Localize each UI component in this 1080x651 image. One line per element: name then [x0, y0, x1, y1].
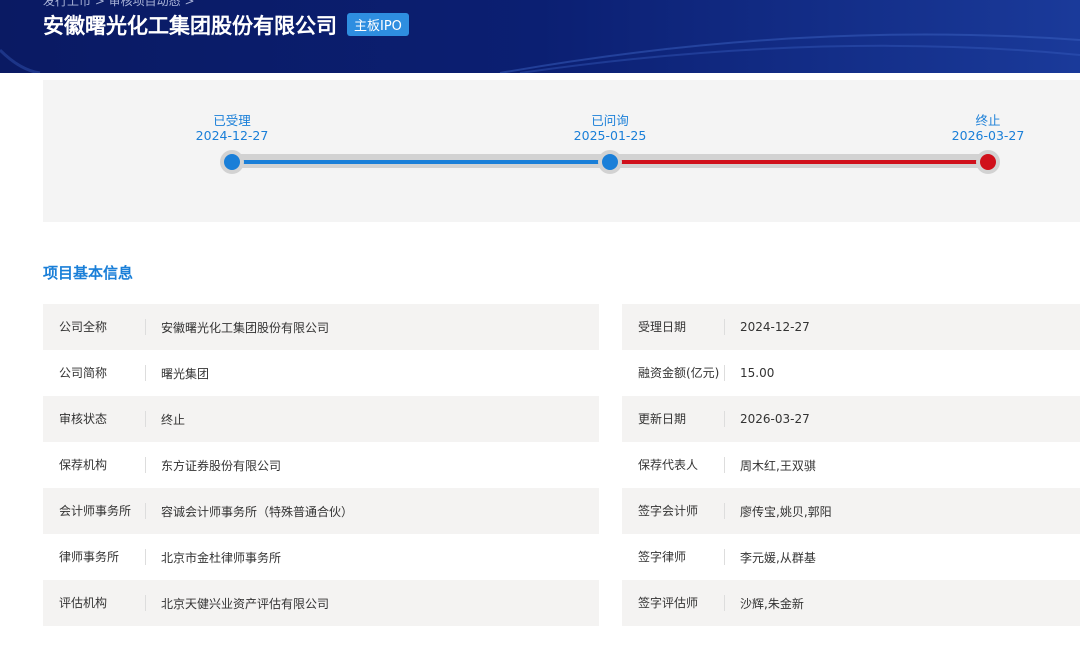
field-label: 公司全称: [43, 319, 146, 335]
info-cell: 评估机构 北京天健兴业资产评估有限公司: [43, 580, 599, 626]
field-value: 东方证券股份有限公司: [161, 458, 282, 473]
table-row: 会计师事务所 容诚会计师事务所（特殊普通合伙） 签字会计师 廖传宝,姚贝,郭阳: [43, 488, 1080, 534]
field-value: 北京市金杜律师事务所: [161, 550, 282, 565]
field-label: 签字律师: [622, 549, 725, 565]
field-label: 公司简称: [43, 365, 146, 381]
section-title: 项目基本信息: [43, 264, 134, 282]
field-label: 保荐机构: [43, 457, 146, 473]
field-label: 评估机构: [43, 595, 146, 611]
company-name: 安徽曙光化工集团股份有限公司: [43, 14, 337, 38]
progress-segment-done: [232, 160, 610, 164]
field-value: 2026-03-27: [740, 412, 810, 426]
step-dot: [220, 150, 244, 174]
field-label: 融资金额(亿元): [622, 365, 725, 381]
table-row: 律师事务所 北京市金杜律师事务所 签字律师 李元媛,从群基: [43, 534, 1080, 580]
info-cell: 签字会计师 廖传宝,姚贝,郭阳: [622, 488, 1080, 534]
info-cell: 公司简称 曙光集团: [43, 350, 599, 396]
info-cell: 律师事务所 北京市金杜律师事务所: [43, 534, 599, 580]
info-table: 公司全称 安徽曙光化工集团股份有限公司 受理日期 2024-12-27 公司简称 曙光集团…: [43, 304, 1080, 626]
info-cell: 更新日期 2026-03-27: [622, 396, 1080, 442]
info-cell: 保荐机构 东方证券股份有限公司: [43, 442, 599, 488]
board-badge: 主板IPO: [347, 13, 409, 36]
field-value: 容诚会计师事务所（特殊普通合伙）: [161, 504, 354, 519]
step-terminated: 终止 2026-03-27: [951, 113, 1025, 143]
info-cell: 保荐代表人 周木红,王双骐: [622, 442, 1080, 488]
field-value: 安徽曙光化工集团股份有限公司: [161, 320, 330, 335]
field-value: 终止: [161, 412, 186, 427]
review-progress: 已受理 2024-12-27 已问询 2025-01-25 终止 2026-03-27: [43, 80, 1080, 222]
field-value: 廖传宝,姚贝,郭阳: [740, 504, 832, 519]
table-row: 审核状态 终止 更新日期 2026-03-27: [43, 396, 1080, 442]
table-row: 公司简称 曙光集团 融资金额(亿元) 15.00: [43, 350, 1080, 396]
table-row: 公司全称 安徽曙光化工集团股份有限公司 受理日期 2024-12-27: [43, 304, 1080, 350]
field-value: 周木红,王双骐: [740, 458, 816, 473]
field-label: 签字评估师: [622, 595, 725, 611]
field-value: 曙光集团: [161, 366, 210, 381]
field-value: 15.00: [740, 366, 775, 380]
field-value: 2024-12-27: [740, 320, 810, 334]
field-label: 更新日期: [622, 411, 725, 427]
info-cell: 公司全称 安徽曙光化工集团股份有限公司: [43, 304, 599, 350]
field-label: 保荐代表人: [622, 457, 725, 473]
step-accepted: 已受理 2024-12-27: [195, 113, 269, 143]
page-header: 发行上市 > 审核项目动态 > 安徽曙光化工集团股份有限公司 主板IPO: [0, 0, 1080, 73]
info-cell: 签字律师 李元媛,从群基: [622, 534, 1080, 580]
step-dot: [976, 150, 1000, 174]
field-label: 会计师事务所: [43, 503, 146, 519]
table-row: 评估机构 北京天健兴业资产评估有限公司 签字评估师 沙辉,朱金新: [43, 580, 1080, 626]
step-dot: [598, 150, 622, 174]
info-cell: 融资金额(亿元) 15.00: [622, 350, 1080, 396]
progress-segment-terminated: [610, 160, 988, 164]
field-label: 审核状态: [43, 411, 146, 427]
field-value: 沙辉,朱金新: [740, 596, 804, 611]
step-inquired: 已问询 2025-01-25: [573, 113, 647, 143]
page-title: 安徽曙光化工集团股份有限公司 主板IPO: [43, 10, 409, 40]
field-label: 律师事务所: [43, 549, 146, 565]
breadcrumb[interactable]: 发行上市 > 审核项目动态 >: [43, 0, 195, 9]
info-cell: 受理日期 2024-12-27: [622, 304, 1080, 350]
table-row: 保荐机构 东方证券股份有限公司 保荐代表人 周木红,王双骐: [43, 442, 1080, 488]
field-value: 北京天健兴业资产评估有限公司: [161, 596, 330, 611]
field-label: 受理日期: [622, 319, 725, 335]
field-value: 李元媛,从群基: [740, 550, 816, 565]
info-cell: 会计师事务所 容诚会计师事务所（特殊普通合伙）: [43, 488, 599, 534]
info-cell: 审核状态 终止: [43, 396, 599, 442]
field-label: 签字会计师: [622, 503, 725, 519]
info-cell: 签字评估师 沙辉,朱金新: [622, 580, 1080, 626]
